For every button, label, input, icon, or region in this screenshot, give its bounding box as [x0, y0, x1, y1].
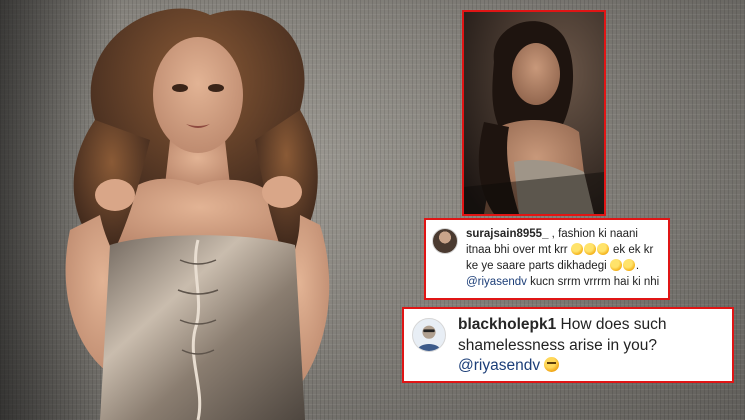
comment-mention[interactable]: @riyasendv — [466, 276, 527, 288]
laughing-emoji-icon — [583, 243, 596, 255]
comment-username[interactable]: surajsain8955_ — [466, 228, 548, 240]
comment-text-1: surajsain8955_ , fashion ki naani itnaa … — [466, 228, 660, 288]
laughing-emoji-icon — [609, 259, 622, 271]
inset-photo-subject — [464, 12, 604, 214]
avatar-person-icon — [416, 325, 442, 351]
commenter-avatar[interactable] — [432, 228, 458, 254]
comment-mention[interactable]: @riyasendv — [458, 357, 540, 374]
comment-card-2: blackholepk1 How does such shamelessness… — [402, 307, 734, 383]
main-photo-subject — [65, 8, 330, 420]
laughing-emoji-icon — [570, 243, 583, 255]
comment-body-end: kucn srrm vrrrm hai ki nhi — [526, 276, 660, 288]
comment-card-1: surajsain8955_ , fashion ki naani itnaa … — [424, 218, 670, 300]
angry-emoji-icon — [544, 357, 560, 372]
laughing-emoji-icon — [596, 243, 609, 255]
inset-photo — [462, 10, 606, 216]
commenter-avatar[interactable] — [412, 318, 446, 352]
comment-text-2: blackholepk1 How does such shamelessness… — [458, 315, 728, 377]
laughing-emoji-icon — [622, 259, 635, 271]
comment-username[interactable]: blackholepk1 — [458, 316, 556, 333]
